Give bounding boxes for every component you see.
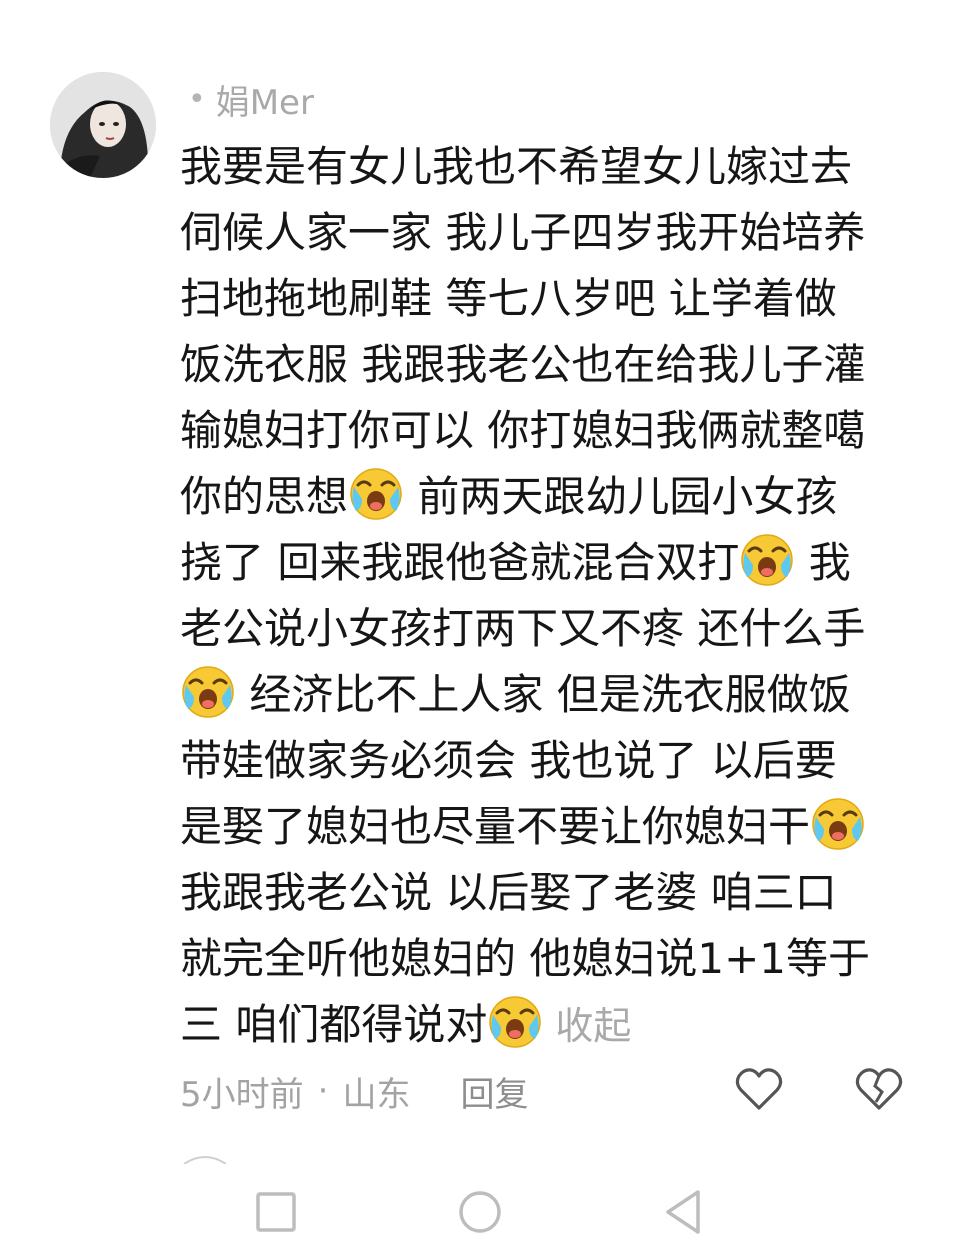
crying-laughing-emoji-icon — [487, 993, 543, 1049]
collapse-button[interactable]: 收起 — [555, 1004, 631, 1048]
comment-line: 伺候人家一家 我儿子四岁我开始培养 — [180, 200, 920, 266]
comment-text: 我 — [795, 538, 851, 587]
comment-line: 输媳妇打你可以 你打媳妇我俩就整噶 — [180, 398, 920, 464]
dislike-button[interactable] — [854, 1064, 904, 1114]
next-comment-avatar-edge — [183, 1156, 227, 1164]
avatar[interactable] — [50, 72, 156, 178]
comment-text: 老公说小女孩打两下又不疼 还什么手 — [180, 604, 866, 653]
comment-line: 我跟我老公说 以后娶了老婆 咱三口 — [180, 860, 920, 926]
comment-text: 输媳妇打你可以 你打媳妇我俩就整噶 — [180, 406, 866, 455]
recent-apps-button[interactable] — [248, 1184, 304, 1240]
comment-meta: 5小时前 · 山东 回复 — [180, 1064, 528, 1118]
home-button[interactable] — [452, 1184, 508, 1240]
broken-heart-icon — [855, 1068, 903, 1110]
crying-laughing-emoji-icon — [739, 531, 795, 587]
comment-line: 经济比不上人家 但是洗衣服做饭 — [180, 662, 920, 728]
comment-line: 饭洗衣服 我跟我老公也在给我儿子灌 — [180, 332, 920, 398]
home-icon — [459, 1191, 501, 1233]
crying-laughing-emoji-icon — [810, 795, 866, 851]
crying-laughing-emoji-icon — [348, 465, 404, 521]
comment-line: 就完全听他媳妇的 他媳妇说1+1等于 — [180, 926, 920, 992]
comment-line: 我要是有女儿我也不希望女儿嫁过去 — [180, 134, 920, 200]
comment-line: 挠了 回来我跟他爸就混合双打 我 — [180, 530, 920, 596]
comment-text: 带娃做家务必须会 我也说了 以后要 — [180, 736, 837, 785]
comment-line: 扫地拖地刷鞋 等七八岁吧 让学着做 — [180, 266, 920, 332]
recent-apps-icon — [256, 1192, 296, 1232]
comment-text: 就完全听他媳妇的 他媳妇说1+1等于 — [180, 934, 870, 983]
like-button[interactable] — [734, 1064, 784, 1114]
back-icon — [666, 1190, 700, 1234]
comment-text: 前两天跟幼儿园小女孩 — [404, 472, 838, 521]
comment-header: • 娟Mer — [188, 75, 314, 124]
comment-text: 饭洗衣服 我跟我老公也在给我儿子灌 — [180, 340, 866, 389]
bullet-dot: • — [188, 81, 206, 117]
system-navigation-bar — [0, 1170, 960, 1260]
timestamp: 5小时前 — [180, 1074, 304, 1115]
comment-line: 你的思想 前两天跟幼儿园小女孩 — [180, 464, 920, 530]
comment-text: 是娶了媳妇也尽量不要让你媳妇干 — [180, 802, 811, 851]
username[interactable]: 娟Mer — [216, 75, 314, 124]
comment-text: 伺候人家一家 我儿子四岁我开始培养 — [180, 208, 866, 257]
reply-button[interactable]: 回复 — [460, 1067, 528, 1116]
comment-text: 你的思想 — [180, 472, 349, 521]
back-button[interactable] — [656, 1184, 712, 1240]
comment-line: 三 咱们都得说对 收起 — [180, 992, 920, 1058]
comment-line: 带娃做家务必须会 我也说了 以后要 — [180, 728, 920, 794]
comment-text: 我跟我老公说 以后娶了老婆 咱三口 — [180, 868, 837, 917]
comment-body: 我要是有女儿我也不希望女儿嫁过去 伺候人家一家 我儿子四岁我开始培养 扫地拖地刷鞋 … — [180, 134, 920, 1058]
comment-text: 三 咱们都得说对 — [180, 1000, 488, 1049]
comment-text: 经济比不上人家 但是洗衣服做饭 — [236, 670, 851, 719]
comment-text: 我要是有女儿我也不希望女儿嫁过去 — [180, 142, 853, 191]
comment-text: 挠了 回来我跟他爸就混合双打 — [180, 538, 740, 587]
comment-text: 扫地拖地刷鞋 等七八岁吧 让学着做 — [180, 274, 837, 323]
meta-separator: · — [317, 1071, 329, 1111]
comment-line: 老公说小女孩打两下又不疼 还什么手 — [180, 596, 920, 662]
heart-outline-icon — [735, 1068, 783, 1110]
comment-line: 是娶了媳妇也尽量不要让你媳妇干 — [180, 794, 920, 860]
location: 山东 — [342, 1074, 411, 1115]
crying-laughing-emoji-icon — [180, 663, 236, 719]
